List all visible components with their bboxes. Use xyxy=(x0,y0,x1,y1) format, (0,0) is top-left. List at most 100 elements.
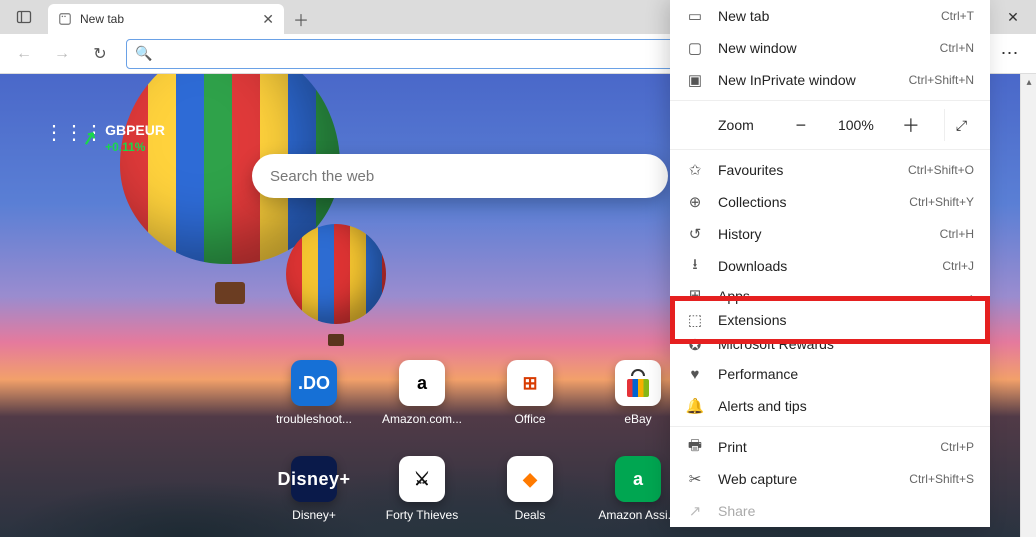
quick-link-tile[interactable]: aAmazon.com... xyxy=(368,360,476,446)
menu-collections[interactable]: ⊕ Collections Ctrl+Shift+Y xyxy=(670,186,990,218)
tab-actions-button[interactable] xyxy=(0,0,48,34)
window-close-button[interactable]: ✕ xyxy=(990,0,1036,34)
menu-favourites[interactable]: ✩ Favourites Ctrl+Shift+O xyxy=(670,154,990,186)
settings-more-button[interactable]: ⋯ xyxy=(988,37,1030,71)
quick-link-tile[interactable]: .DO troubleshoot... xyxy=(260,360,368,446)
tile-label: Disney+ xyxy=(292,508,336,522)
menu-new-tab[interactable]: ▭ New tab Ctrl+T xyxy=(670,0,990,32)
tile-label: eBay xyxy=(624,412,651,426)
browser-tab[interactable]: New tab ✕ xyxy=(48,4,284,34)
tile-label: Deals xyxy=(515,508,546,522)
menu-downloads[interactable]: ⭳ Downloads Ctrl+J xyxy=(670,250,990,282)
vertical-scrollbar[interactable]: ▴ xyxy=(1020,74,1036,537)
menu-new-window[interactable]: ▢ New window Ctrl+N xyxy=(670,32,990,64)
inprivate-icon: ▣ xyxy=(686,71,704,89)
ntp-search-box[interactable]: Search the web xyxy=(252,154,668,198)
menu-label: Web capture xyxy=(718,471,797,487)
quick-link-tile[interactable]: Disney+ Disney+ xyxy=(260,456,368,537)
rewards-icon: ✪ xyxy=(686,336,704,354)
quick-link-tile[interactable]: ◆ Deals xyxy=(476,456,584,537)
ticker-symbol: GBPEUR xyxy=(105,122,165,138)
scroll-up-button[interactable]: ▴ xyxy=(1021,74,1036,90)
menu-shortcut: Ctrl+Shift+N xyxy=(909,73,974,87)
menu-share: ↗ Share xyxy=(670,495,990,527)
menu-extensions[interactable]: ⬚ Extensions xyxy=(670,304,990,336)
tile-icon: a xyxy=(615,456,661,502)
zoom-out-button[interactable]: − xyxy=(784,109,818,141)
bell-icon: 🔔 xyxy=(686,397,704,415)
menu-label: Extensions xyxy=(718,312,786,328)
menu-alerts[interactable]: 🔔 Alerts and tips xyxy=(670,390,990,422)
menu-shortcut: Ctrl+T xyxy=(941,9,974,23)
extension-icon: ⬚ xyxy=(686,311,704,329)
menu-shortcut: Ctrl+P xyxy=(940,440,974,454)
menu-shortcut: Ctrl+Shift+S xyxy=(909,472,974,486)
tile-label: Amazon Assi... xyxy=(598,508,677,522)
tile-icon: .DO xyxy=(291,360,337,406)
menu-shortcut: Ctrl+N xyxy=(940,41,974,55)
fullscreen-button[interactable]: ⤢ xyxy=(944,109,978,141)
menu-web-capture[interactable]: ✂ Web capture Ctrl+Shift+S xyxy=(670,463,990,495)
balloon-decor-small xyxy=(286,224,386,352)
menu-performance[interactable]: ♥ Performance xyxy=(670,358,990,390)
menu-label: Microsoft Rewards xyxy=(718,336,834,352)
menu-label: Alerts and tips xyxy=(718,398,807,414)
share-icon: ↗ xyxy=(686,502,704,520)
nav-back-button[interactable]: ← xyxy=(6,38,42,70)
capture-icon: ✂ xyxy=(686,470,704,488)
tab-actions-icon xyxy=(16,9,32,25)
ticker-widget[interactable]: ↗ GBPEUR +0.11% xyxy=(82,122,165,154)
ntp-search-placeholder: Search the web xyxy=(270,168,374,185)
menu-label: Downloads xyxy=(718,258,787,274)
nav-forward-button[interactable]: → xyxy=(44,38,80,70)
download-icon: ⭳ xyxy=(686,254,704,279)
menu-history[interactable]: ↺ History Ctrl+H xyxy=(670,218,990,250)
menu-print[interactable]: 🖶 Print Ctrl+P xyxy=(670,431,990,463)
tile-icon: ◆ xyxy=(507,456,553,502)
tab-close-button[interactable]: ✕ xyxy=(262,11,274,28)
menu-zoom-row: Zoom − 100% ＋ ⤢ xyxy=(670,105,990,145)
quick-link-tile[interactable]: ⚔Forty Thieves xyxy=(368,456,476,537)
menu-label: New window xyxy=(718,40,797,56)
menu-shortcut: Ctrl+Shift+Y xyxy=(909,195,974,209)
menu-shortcut: Ctrl+Shift+O xyxy=(908,163,974,177)
tile-icon: a xyxy=(399,360,445,406)
menu-label: Print xyxy=(718,439,747,455)
performance-icon: ♥ xyxy=(686,366,704,383)
menu-new-inprivate[interactable]: ▣ New InPrivate window Ctrl+Shift+N xyxy=(670,64,990,96)
menu-label: Share xyxy=(718,503,755,519)
star-icon: ✩ xyxy=(686,161,704,179)
zoom-in-button[interactable]: ＋ xyxy=(894,109,928,141)
tile-label: troubleshoot... xyxy=(276,412,352,426)
search-icon: 🔍 xyxy=(135,45,152,62)
tile-label: Office xyxy=(514,412,545,426)
new-tab-icon: ▭ xyxy=(686,7,704,25)
ticker-change: +0.11% xyxy=(105,140,165,154)
menu-apps[interactable]: ⊞ Apps › xyxy=(670,282,990,304)
nav-refresh-button[interactable]: ↻ xyxy=(82,38,118,70)
new-window-icon: ▢ xyxy=(686,39,704,57)
menu-rewards[interactable]: ✪ Microsoft Rewards xyxy=(670,336,990,358)
menu-label: Performance xyxy=(718,366,798,382)
tile-icon: Disney+ xyxy=(291,456,337,502)
quick-links-grid: .DO troubleshoot... aAmazon.com... ⊞ Office e… xyxy=(260,360,692,537)
page-icon xyxy=(58,12,72,26)
tile-icon: ⚔ xyxy=(399,456,445,502)
menu-label: History xyxy=(718,226,762,242)
trend-up-icon: ↗ xyxy=(80,126,99,150)
zoom-label: Zoom xyxy=(718,117,754,133)
print-icon: 🖶 xyxy=(686,435,704,460)
tile-icon: ⊞ xyxy=(507,360,553,406)
chevron-right-icon: › xyxy=(970,290,974,304)
menu-label: Apps xyxy=(718,288,750,304)
new-tab-button[interactable]: ＋ xyxy=(284,4,318,34)
tab-title: New tab xyxy=(80,12,124,26)
history-icon: ↺ xyxy=(686,225,704,243)
quick-link-tile[interactable]: ⊞ Office xyxy=(476,360,584,446)
menu-label: New tab xyxy=(718,8,769,24)
tile-icon xyxy=(615,360,661,406)
settings-menu: ▭ New tab Ctrl+T ▢ New window Ctrl+N ▣ N… xyxy=(670,0,990,527)
menu-shortcut: Ctrl+H xyxy=(940,227,974,241)
menu-label: Favourites xyxy=(718,162,783,178)
menu-label: Collections xyxy=(718,194,786,210)
